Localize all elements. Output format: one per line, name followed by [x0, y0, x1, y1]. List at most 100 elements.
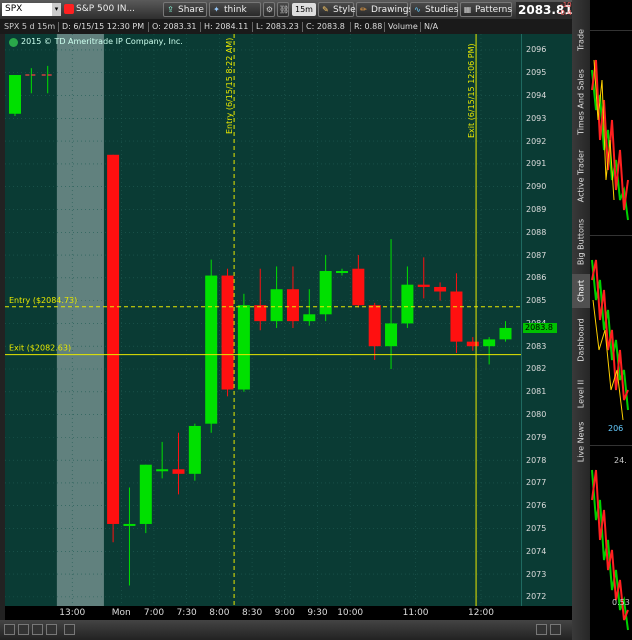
candle-body	[286, 289, 299, 322]
price-tick: 2085	[526, 296, 547, 306]
price-tick: 2096	[526, 45, 547, 55]
info-icon[interactable]	[9, 38, 18, 47]
price-tick: 2073	[526, 569, 547, 579]
candlestick-plot[interactable]: Entry ($2084.73) Exit ($2082.63) Entry (6/…	[5, 34, 521, 606]
symbol-text: SPX	[5, 4, 23, 14]
bar-date: D: 6/15/15 12:30 PM	[62, 22, 145, 31]
share-label: Share	[178, 5, 204, 15]
candle-body	[450, 291, 463, 342]
time-tick: 9:30	[307, 608, 328, 618]
price-tick: 2092	[526, 136, 547, 146]
magnet-icon[interactable]	[32, 624, 43, 635]
drawings-button[interactable]: ✏ Drawings	[356, 2, 413, 17]
entry-price-label: Entry ($2084.73)	[9, 296, 77, 305]
time-tick: 8:30	[241, 608, 263, 618]
candle-body	[483, 339, 496, 347]
tab-chart[interactable]: Chart	[572, 274, 590, 308]
tab-big-buttons[interactable]: Big Buttons	[572, 212, 590, 272]
volume-label: Volume	[388, 22, 418, 31]
link-button[interactable]: ⛓	[277, 2, 289, 17]
drawing-tool-icon[interactable]	[4, 624, 15, 635]
candle-body	[319, 271, 332, 315]
bar-open: O: 2083.31	[152, 22, 197, 31]
tab-big-label: Big Buttons	[576, 218, 586, 266]
think-ai-button[interactable]: ✦think A.I.	[209, 2, 261, 29]
share-button[interactable]: ⇪ Share	[163, 2, 207, 17]
settings-icon[interactable]	[550, 624, 561, 635]
patterns-button[interactable]: ▦ Patterns	[460, 2, 512, 17]
side-tabs: Trade Times And Sales Active Trader Big …	[572, 0, 590, 640]
price-tick: 2081	[526, 387, 547, 397]
studies-icon: ∿	[414, 5, 421, 14]
price-tick: 2086	[526, 273, 547, 283]
interval-value: 15m	[295, 5, 313, 14]
time-tick: 10:00	[337, 608, 364, 618]
tab-dashboard[interactable]: Dashboard	[572, 310, 590, 370]
style-button[interactable]: ✎ Style	[318, 2, 356, 17]
price-tick: 2093	[526, 113, 547, 123]
candle-body	[156, 469, 169, 472]
mini-charts	[590, 0, 632, 640]
bar-range: R: 0.88	[354, 22, 383, 31]
price-tick: 2082	[526, 364, 547, 374]
price-tick: 2091	[526, 159, 547, 169]
last-price-tag: 2083.8	[523, 322, 557, 333]
drawings-label: Drawings	[371, 5, 414, 15]
tab-level-ii[interactable]: Level II	[572, 372, 590, 416]
time-axis[interactable]: 13:00 Mon 7:00 7:30 8:00 8:30 9:00 9:30 10:00 11:…	[5, 606, 572, 620]
red-flag-icon[interactable]	[64, 4, 74, 14]
think-icon: ✦	[213, 5, 220, 14]
candle-body	[401, 284, 414, 324]
candle-body	[352, 268, 365, 306]
symbol-dropdown-icon[interactable]: ▾	[52, 3, 61, 16]
time-tick: 13:00	[59, 608, 86, 618]
candle-body	[336, 271, 348, 274]
bar-low: L: 2083.23	[256, 22, 299, 31]
copyright-text: 2015 © TD Ameritrade IP Company, Inc.	[21, 37, 183, 46]
candle-body	[499, 327, 512, 340]
separator	[200, 22, 201, 32]
studies-button[interactable]: ∿ Studies	[410, 2, 458, 17]
candle-body	[368, 305, 381, 347]
time-tick: 9:00	[274, 608, 295, 618]
tab-dashboard-label: Dashboard	[576, 318, 586, 362]
separator	[148, 22, 149, 32]
separator	[58, 22, 59, 32]
tab-chart-label: Chart	[576, 280, 586, 302]
tab-times-and-sales[interactable]: Times And Sales	[572, 64, 590, 140]
zoom-icon[interactable]	[46, 624, 57, 635]
price-tick: 2072	[526, 592, 547, 602]
price-tick: 2083	[526, 341, 547, 351]
interval-selector[interactable]: 15m	[292, 3, 316, 16]
entry-time-label: Entry (6/15/15 8:22 AM)	[225, 38, 234, 134]
candle-body	[434, 286, 447, 292]
chart-toolbar: SPX ▾ S&P 500 IN... ⇪ Share ✦think A.I. ⚙…	[0, 0, 583, 29]
wrench-button[interactable]: ⚙	[263, 2, 275, 17]
time-tick: 11:00	[402, 608, 429, 618]
crosshair-icon[interactable]	[18, 624, 29, 635]
price-chart[interactable]: Entry ($2084.73) Exit ($2082.63) Entry (6/…	[5, 34, 521, 606]
style-label: Style	[333, 5, 356, 15]
patterns-label: Patterns	[475, 5, 513, 15]
separator	[420, 22, 421, 32]
tab-active-trader[interactable]: Active Trader	[572, 142, 590, 210]
mini-charts-panel[interactable]: 206 24. 0.53	[590, 0, 632, 640]
style-icon: ✎	[322, 5, 329, 14]
exit-time-label: Exit (6/15/15 12:06 PM)	[467, 43, 476, 138]
mini-label-2: 24.	[614, 456, 627, 465]
tab-news-label: Live News	[576, 421, 586, 463]
wrench-icon: ⚙	[265, 5, 274, 14]
price-axis[interactable]: 2096 2095 2094 2093 2092 2091 2090 2089 2088 2087…	[521, 34, 572, 606]
price-tick: 2075	[526, 524, 547, 534]
price-tick: 2095	[526, 68, 547, 78]
tab-live-news[interactable]: Live News	[572, 418, 590, 466]
expand-icon[interactable]	[536, 624, 547, 635]
chart-label: SPX 5 d 15m	[4, 22, 56, 31]
studies-label: Studies	[425, 5, 459, 15]
candle-body	[205, 275, 218, 424]
tab-trade[interactable]: Trade	[572, 18, 590, 62]
price-tick: 2089	[526, 204, 547, 214]
zoom-out-icon[interactable]	[64, 624, 75, 635]
bar-close: C: 2083.8	[306, 22, 345, 31]
mini-label-1: 206	[608, 424, 624, 433]
